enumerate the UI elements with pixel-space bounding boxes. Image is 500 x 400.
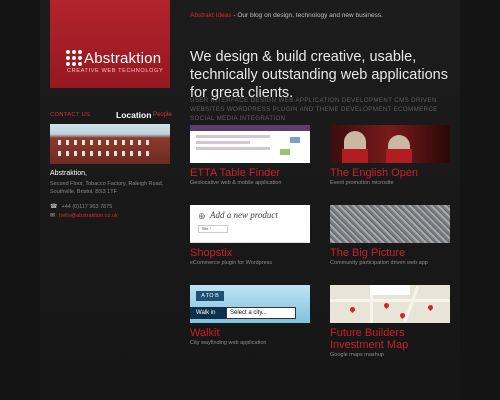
phone-line: ☎ +44 (0)117 963 7875 [50, 203, 113, 211]
phone-number: +44 (0)117 963 7875 [61, 203, 113, 210]
project-thumbnail[interactable] [330, 125, 450, 163]
project-etta[interactable]: ETTA Table Finder Geolocative web & mobi… [190, 125, 310, 186]
email-icon: ✉ [50, 213, 56, 219]
project-title[interactable]: Walkit [190, 327, 310, 339]
project-title[interactable]: ETTA Table Finder [190, 167, 310, 179]
project-description: City wayfinding web application [190, 340, 267, 346]
thumb-walkin: Walk in [190, 307, 230, 319]
project-title[interactable]: The Big Picture [330, 247, 450, 259]
project-description: Google maps mashup [330, 352, 384, 358]
project-big-picture[interactable]: The Big Picture Community participation … [330, 205, 450, 266]
project-thumbnail[interactable]: ⊕ Add a new product Title * [190, 205, 310, 243]
project-thumbnail[interactable]: A TO B Walk in Select a city... [190, 285, 310, 323]
services-list: USER INTERFACE DESIGN WEB APPLICATION DE… [190, 97, 438, 122]
project-thumbnail[interactable] [330, 285, 450, 323]
hero-headline: We design & build creative, usable, tech… [190, 49, 448, 101]
company-name: Abstraktion, [50, 170, 87, 177]
project-title[interactable]: The English Open [330, 167, 450, 179]
logo[interactable]: Abstraktion CREATIVE WEB TECHNOLOGY [50, 0, 170, 88]
blog-link[interactable]: Abstrakt Ideas [190, 12, 232, 19]
project-description: eCommerce plugin for Wordpress [190, 260, 273, 266]
office-photo [50, 124, 170, 164]
project-description: Event promotion microsite [330, 180, 394, 186]
project-shopstix[interactable]: ⊕ Add a new product Title * Shopstix eCo… [190, 205, 310, 266]
logo-name: Abstraktion [84, 50, 162, 67]
tab-people[interactable]: People [153, 112, 172, 118]
blog-bar: Abstrakt Ideas - Our blog on design, tec… [190, 12, 383, 19]
dot-grid-icon [66, 50, 82, 66]
project-walkit[interactable]: A TO B Walk in Select a city... Walkit C… [190, 285, 310, 346]
email-address[interactable]: hello@abstraktion.co.uk [59, 213, 118, 219]
project-title[interactable]: Shopstix [190, 247, 310, 259]
project-description: Community participation driven web app [330, 260, 428, 266]
map-marker-icon [382, 301, 391, 310]
blog-description: - Our blog on design, technology and new… [231, 12, 383, 19]
address: Second Floor, Tobacco Factory, Raleigh R… [50, 181, 164, 195]
project-title[interactable]: Future Builders Investment Map [330, 327, 450, 351]
tab-contact[interactable]: CONTACT US [50, 112, 90, 118]
tab-location[interactable]: Location [116, 110, 151, 120]
logo-tagline: CREATIVE WEB TECHNOLOGY [67, 68, 164, 74]
project-english-open[interactable]: The English Open Event promotion microsi… [330, 125, 450, 186]
sidebar-tabs: CONTACT US Location People [50, 110, 172, 122]
thumb-atob: A TO B [196, 291, 224, 301]
map-marker-icon [426, 303, 435, 312]
thumb-heading: Add a new product [210, 210, 278, 220]
map-marker-icon [348, 305, 357, 314]
thumb-select: Select a city... [226, 307, 296, 319]
phone-icon: ☎ [50, 204, 58, 210]
project-thumbnail[interactable] [330, 205, 450, 243]
project-description: Geolocative web & mobile application [190, 180, 282, 186]
project-thumbnail[interactable] [190, 125, 310, 163]
project-future-builders[interactable]: Future Builders Investment Map Google ma… [330, 285, 450, 358]
map-bubble [370, 285, 410, 295]
email-line[interactable]: ✉ hello@abstraktion.co.uk [50, 212, 118, 220]
add-icon: ⊕ [198, 211, 206, 221]
thumb-field: Title * [198, 225, 228, 233]
